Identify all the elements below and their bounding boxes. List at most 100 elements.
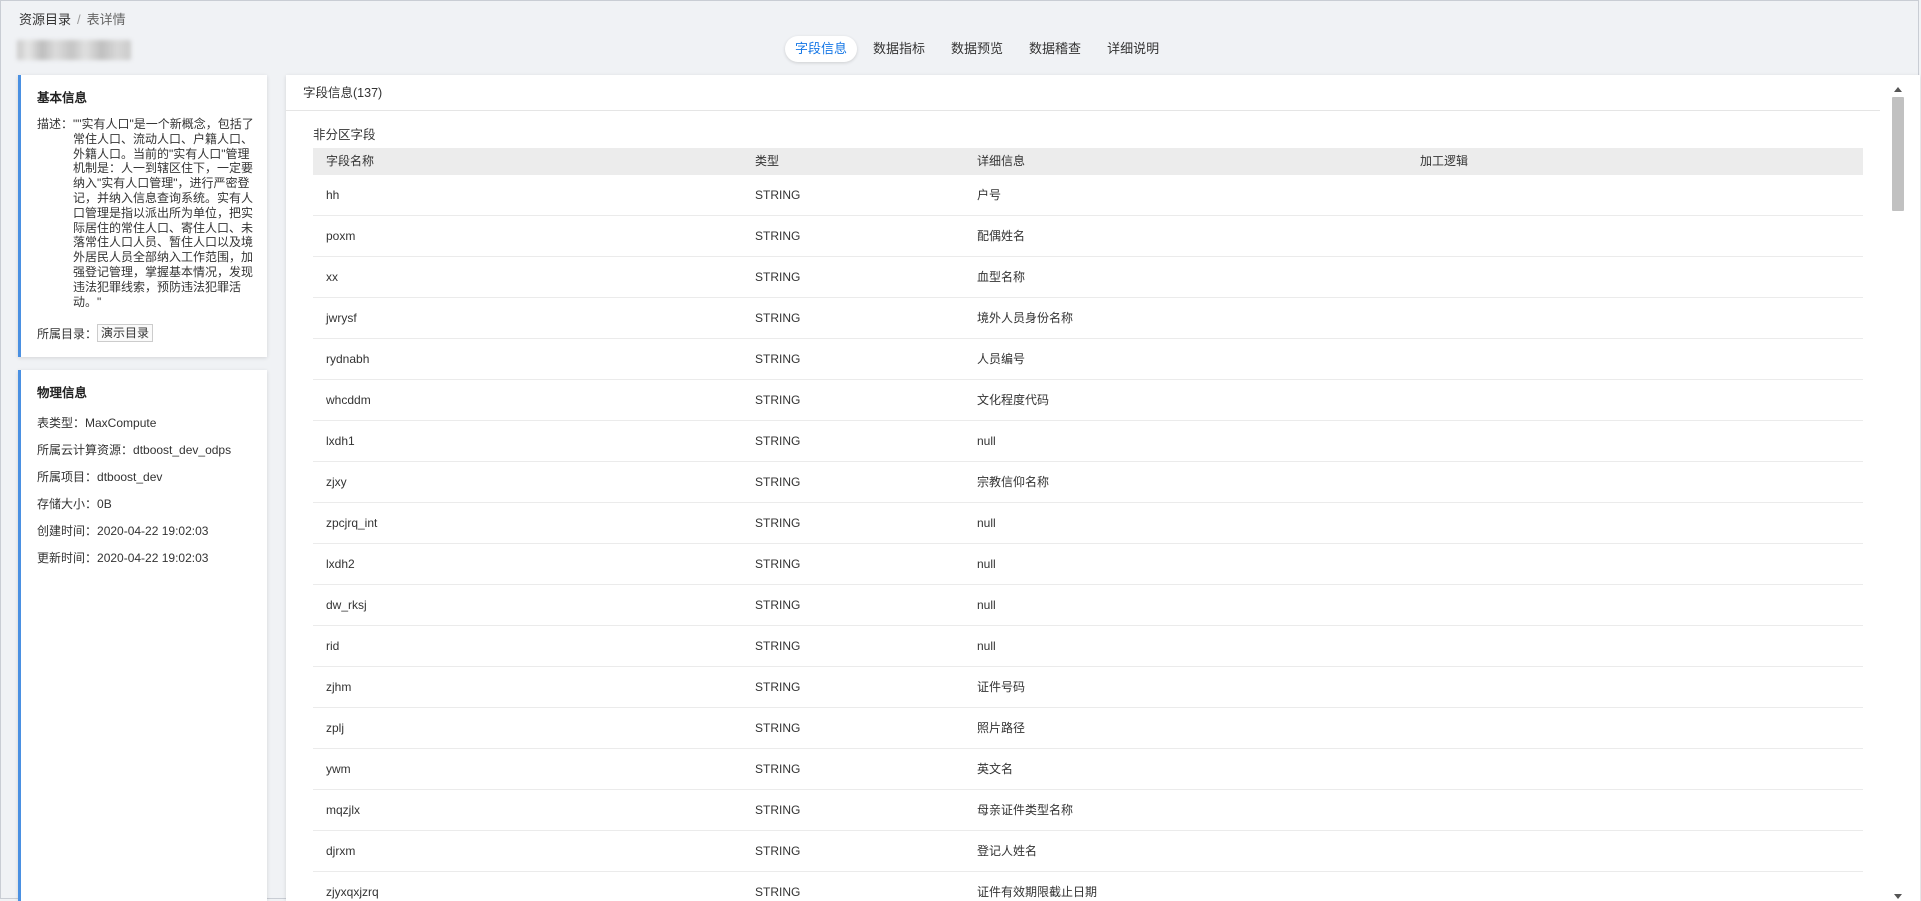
cell-logic [1420, 708, 1863, 748]
table-row: lxdh1 STRING null [313, 421, 1863, 462]
table-row: rid STRING null [313, 626, 1863, 667]
cell-field-name: lxdh1 [326, 434, 355, 448]
tab-field-info[interactable]: 字段信息 [785, 36, 858, 62]
breadcrumb-separator: / [77, 12, 81, 27]
description-label: 描述： [37, 117, 74, 131]
cell-logic [1420, 667, 1863, 707]
table-row: lxdh2 STRING null [313, 544, 1863, 585]
cell-detail: 配偶姓名 [977, 229, 1026, 243]
cell-field-name: poxm [326, 229, 356, 243]
prop-value: 2020-04-22 19:02:03 [97, 551, 209, 565]
table-row: zjyxqxjzrq STRING 证件有效期限截止日期 [313, 872, 1863, 901]
tab-bar: 字段信息 数据指标 数据预览 数据稽查 详细说明 [785, 36, 1169, 62]
cell-field-name: jwrysf [326, 311, 357, 325]
cell-type: STRING [755, 270, 801, 284]
prop-label: 存储大小： [37, 497, 98, 511]
cell-detail: 照片路径 [977, 721, 1026, 735]
breadcrumb: 资源目录 / 表详情 [19, 9, 126, 28]
catalog-tag[interactable]: 演示目录 [97, 324, 154, 342]
cell-type: STRING [755, 639, 801, 653]
catalog: 所属目录： 演示目录 [37, 324, 154, 342]
vertical-scrollbar[interactable] [1892, 87, 1904, 899]
cell-type: STRING [755, 721, 801, 735]
prop-label: 更新时间： [37, 551, 98, 565]
breadcrumb-root-link[interactable]: 资源目录 [19, 12, 71, 27]
cell-detail: 宗教信仰名称 [977, 475, 1050, 489]
table-row: zpcjrq_int STRING null [313, 503, 1863, 544]
prop-label: 表类型： [37, 416, 86, 430]
cell-detail: null [977, 639, 996, 653]
cell-logic [1420, 175, 1863, 215]
tab-data-metrics[interactable]: 数据指标 [863, 36, 935, 62]
cell-field-name: zpcjrq_int [326, 516, 378, 530]
scroll-down-arrow-icon[interactable] [1894, 894, 1902, 899]
cell-field-name: mqzjlx [326, 803, 361, 817]
cell-field-name: whcddm [326, 393, 371, 407]
cell-detail: 证件有效期限截止日期 [977, 885, 1098, 899]
cell-type: STRING [755, 393, 801, 407]
tab-data-preview[interactable]: 数据预览 [941, 36, 1013, 62]
prop-updated-time: 更新时间：2020-04-22 19:02:03 [37, 549, 208, 566]
cell-field-name: dw_rksj [326, 598, 367, 612]
tab-data-audit[interactable]: 数据稽查 [1019, 36, 1091, 62]
cell-type: STRING [755, 803, 801, 817]
prop-label: 创建时间： [37, 524, 98, 538]
cell-field-name: rydnabh [326, 352, 370, 366]
scrollbar-thumb[interactable] [1892, 97, 1904, 211]
table-row: dw_rksj STRING null [313, 585, 1863, 626]
table-row: whcddm STRING 文化程度代码 [313, 380, 1863, 421]
cell-type: STRING [755, 311, 801, 325]
description-text: ""实有人口"是一个新概念，包括了常住人口、流动人口、户籍人口、外籍人口。当前的… [73, 117, 254, 309]
cell-detail: 人员编号 [977, 352, 1026, 366]
table-row: zjxy STRING 宗教信仰名称 [313, 462, 1863, 503]
table-row: djrxm STRING 登记人姓名 [313, 831, 1863, 872]
catalog-label: 所属目录： [37, 326, 98, 341]
cell-field-name: djrxm [326, 844, 356, 858]
prop-cloud-resource: 所属云计算资源：dtboost_dev_odps [37, 441, 231, 458]
cell-detail: null [977, 516, 996, 530]
cell-type: STRING [755, 434, 801, 448]
cell-type: STRING [755, 229, 801, 243]
table-row: rydnabh STRING 人员编号 [313, 339, 1863, 380]
basic-info-card: 基本信息 描述： ""实有人口"是一个新概念，包括了常住人口、流动人口、户籍人口… [18, 75, 267, 357]
cell-detail: 户号 [977, 188, 1002, 202]
col-header-type: 类型 [755, 154, 780, 168]
cell-type: STRING [755, 762, 801, 776]
cell-logic [1420, 421, 1863, 461]
breadcrumb-current: 表详情 [86, 12, 126, 27]
prop-storage-size: 存储大小：0B [37, 495, 112, 512]
cell-field-name: zjyxqxjzrq [326, 885, 379, 899]
description: 描述： ""实有人口"是一个新概念，包括了常住人口、流动人口、户籍人口、外籍人口… [37, 117, 261, 309]
cell-logic [1420, 626, 1863, 666]
cell-logic [1420, 257, 1863, 297]
table-row: ywm STRING 英文名 [313, 749, 1863, 790]
cell-logic [1420, 872, 1863, 901]
cell-detail: 文化程度代码 [977, 393, 1050, 407]
cell-detail: null [977, 557, 996, 571]
cell-detail: 英文名 [977, 762, 1014, 776]
cell-field-name: lxdh2 [326, 557, 355, 571]
cell-logic [1420, 544, 1863, 584]
cell-type: STRING [755, 352, 801, 366]
tab-detail-description[interactable]: 详细说明 [1097, 36, 1169, 62]
cell-type: STRING [755, 557, 801, 571]
prop-created-time: 创建时间：2020-04-22 19:02:03 [37, 522, 208, 539]
table-row: zjhm STRING 证件号码 [313, 667, 1863, 708]
cell-logic [1420, 831, 1863, 871]
table-header: 字段名称 类型 详细信息 加工逻辑 [313, 148, 1863, 175]
prop-value: dtboost_dev [97, 470, 163, 484]
cell-detail: null [977, 434, 996, 448]
cell-logic [1420, 749, 1863, 789]
field-info-header: 字段信息(137) [286, 75, 1880, 111]
table-name-blurred [17, 40, 131, 60]
cell-field-name: hh [326, 188, 340, 202]
cell-field-name: zjhm [326, 680, 352, 694]
prop-value: 0B [97, 497, 112, 511]
col-header-field-name: 字段名称 [326, 154, 375, 168]
physical-info-title: 物理信息 [37, 386, 88, 400]
prop-label: 所属项目： [37, 470, 98, 484]
cell-detail: 母亲证件类型名称 [977, 803, 1074, 817]
scroll-up-arrow-icon[interactable] [1894, 87, 1902, 92]
field-info-panel: 字段信息(137) 非分区字段 字段名称 类型 详细信息 加工逻辑 hh STRI… [286, 75, 1920, 901]
table-row: jwrysf STRING 境外人员身份名称 [313, 298, 1863, 339]
